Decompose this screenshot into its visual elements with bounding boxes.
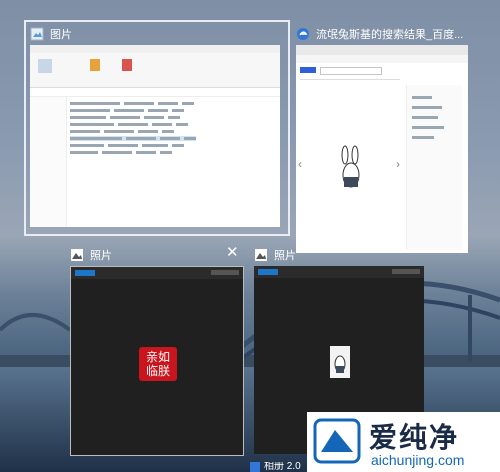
window-card-edge[interactable]: 流氓兔斯基的搜索结果_百度... ‹ › xyxy=(294,20,470,253)
rabbit-image xyxy=(330,346,350,378)
photos-thumbnail: 亲如临朕 xyxy=(70,266,244,456)
prev-arrow-icon[interactable]: ‹ xyxy=(298,157,302,171)
explorer-thumbnail xyxy=(30,45,280,227)
watermark-logo: 爱纯净 aichunjing.com xyxy=(307,412,500,472)
logo-mark-icon xyxy=(313,418,361,464)
window-card-photos-1[interactable]: 照片 ✕ 亲如临朕 xyxy=(68,242,244,456)
window-title: 流氓兔斯基的搜索结果_百度... xyxy=(316,29,464,41)
watermark-name: 爱纯净 xyxy=(369,421,460,454)
watermark-url: aichunjing.com xyxy=(371,452,465,468)
stamp-image: 亲如临朕 xyxy=(139,347,177,381)
folder-picture-icon xyxy=(30,27,44,41)
edge-thumbnail: ‹ › xyxy=(296,45,468,253)
window-title: 照片 xyxy=(90,250,112,262)
edge-browser-icon xyxy=(297,28,309,40)
photos-app-icon xyxy=(71,249,83,261)
photos-app-icon xyxy=(250,462,260,472)
window-card-explorer[interactable]: 图片 xyxy=(24,20,290,236)
taskbar-label: 相册 2.0 xyxy=(250,462,301,472)
window-title: 照片 xyxy=(274,250,296,262)
next-arrow-icon[interactable]: › xyxy=(396,157,400,171)
photos-app-icon xyxy=(255,249,267,261)
close-icon[interactable]: ✕ xyxy=(226,243,239,261)
rabbit-image xyxy=(341,145,360,188)
window-title: 图片 xyxy=(50,29,72,41)
